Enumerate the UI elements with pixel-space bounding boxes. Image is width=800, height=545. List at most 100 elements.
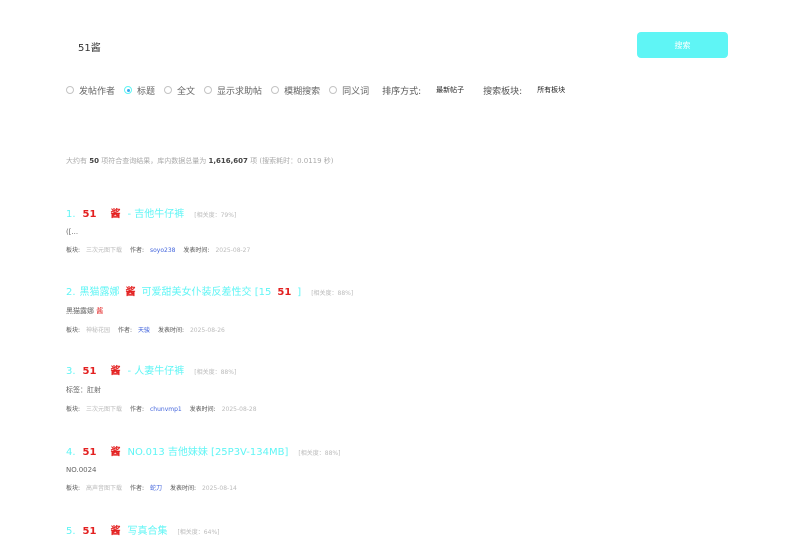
author-link[interactable]: chunvmp1 — [150, 406, 182, 413]
highlight-text: 酱 — [110, 209, 121, 220]
highlight-text: 51 — [277, 287, 292, 298]
result-item: 5. 51 酱 写真合集 [相关度：64%] — [66, 522, 220, 537]
summary-prefix: 大约有 — [66, 157, 87, 165]
result-number: 2. — [66, 287, 76, 298]
radio-checked-icon[interactable] — [124, 86, 133, 94]
snippet-text: NO.0024 — [66, 466, 97, 474]
highlight-text: 酱 — [110, 366, 121, 377]
result-number: 3. — [66, 366, 76, 377]
snippet-text: ([... — [66, 228, 79, 236]
author-link[interactable]: 蛇刀 — [150, 485, 162, 492]
option-author[interactable]: 发帖作者 — [66, 84, 115, 97]
result-title: 可爱甜美女仆装反差性交 [15 — [141, 287, 272, 298]
option-label: 标题 — [137, 86, 156, 97]
radio-icon[interactable] — [329, 86, 338, 94]
post-time: 2025-08-27 — [215, 247, 251, 254]
option-show-help[interactable]: 显示求助帖 — [204, 84, 262, 97]
search-options: 发帖作者 标题 全文 显示求助帖 模糊搜索 同义词 排序方式: 最新帖子 搜索板… — [66, 83, 565, 97]
highlight-text: 51 — [82, 209, 97, 220]
option-fuzzy[interactable]: 模糊搜索 — [271, 84, 320, 97]
relevance-score: [相关度：88%] — [194, 369, 237, 376]
result-title-link[interactable]: 2. 黑猫露娜 酱 可爱甜美女仆装反差性交 [15 51 ] [相关度：88%] — [66, 283, 353, 298]
option-label: 同义词 — [342, 86, 370, 97]
result-snippet: ([... — [66, 228, 256, 236]
result-title-link[interactable]: 3. 51 酱 - 人妻牛仔裤 [相关度：88%] — [66, 362, 263, 377]
relevance-score: [相关度：64%] — [177, 529, 220, 536]
post-time: 2025-08-26 — [189, 327, 225, 334]
result-title: 黑猫露娜 — [79, 287, 120, 298]
relevance-score: [相关度：88%] — [311, 290, 354, 297]
result-snippet: 标签：肛射 — [66, 385, 263, 395]
sort-label: 排序方式: — [382, 86, 422, 97]
result-count: 50 — [89, 157, 99, 165]
result-snippet: 黑猫露娜 酱 — [66, 306, 353, 316]
result-title: 写真合集 — [127, 526, 168, 537]
option-synonym[interactable]: 同义词 — [329, 84, 369, 97]
snippet-text: 黑猫露娜 — [66, 307, 94, 315]
board-label: 板块: — [66, 485, 81, 492]
relevance-score: [相关度：88%] — [298, 450, 341, 457]
board-link[interactable]: 神秘花园 — [86, 327, 110, 334]
option-label: 模糊搜索 — [284, 86, 321, 97]
board-label: 板块: — [66, 327, 81, 334]
sort-select[interactable]: 最新帖子 — [436, 85, 464, 95]
option-fulltext[interactable]: 全文 — [164, 84, 195, 97]
result-title-link[interactable]: 4. 51 酱 NO.013 吉他妹妹 [25P3V-134MB] [相关度：8… — [66, 443, 340, 458]
radio-icon[interactable] — [164, 86, 173, 94]
author-label: 作者: — [129, 247, 144, 254]
search-button[interactable]: 搜索 — [637, 32, 728, 58]
result-meta: 板块: 三次元图下载 作者: chunvmp1 发表时间: 2025-08-28 — [66, 404, 263, 413]
radio-icon[interactable] — [204, 86, 213, 94]
summary-suffix: 项 (搜索耗时：0.0119 秒) — [250, 157, 334, 165]
radio-icon[interactable] — [66, 86, 74, 94]
author-label: 作者: — [117, 327, 132, 334]
highlight-text: 51 — [82, 447, 97, 458]
snippet-highlight: 酱 — [96, 307, 104, 315]
option-label: 全文 — [177, 86, 196, 97]
result-title-link[interactable]: 1. 51 酱 - 吉他牛仔裤 [相关度：79%] — [66, 205, 256, 220]
option-label: 发帖作者 — [79, 86, 116, 97]
result-number: 5. — [66, 526, 76, 537]
result-snippet: NO.0024 — [66, 466, 340, 474]
result-title: - 吉他牛仔裤 — [127, 209, 185, 220]
author-label: 作者: — [129, 485, 144, 492]
board-link[interactable]: 三次元图下载 — [86, 247, 122, 254]
result-summary: 大约有 50 项符合查询结果，库内数据总量为 1,616,607 项 (搜索耗时… — [66, 156, 334, 166]
highlight-text: 酱 — [110, 447, 121, 458]
summary-middle: 项符合查询结果，库内数据总量为 — [101, 157, 207, 165]
result-number: 1. — [66, 209, 76, 220]
board-filter-label: 搜索板块: — [483, 86, 523, 97]
result-meta: 板块: 三次元图下载 作者: soyo238 发表时间: 2025-08-27 — [66, 245, 256, 254]
board-link[interactable]: 三次元图下载 — [86, 406, 122, 413]
snippet-text: 标签：肛射 — [66, 386, 101, 394]
post-time: 2025-08-28 — [221, 406, 257, 413]
option-title[interactable]: 标题 — [124, 84, 155, 97]
result-item: 4. 51 酱 NO.013 吉他妹妹 [25P3V-134MB] [相关度：8… — [66, 443, 340, 492]
author-label: 作者: — [129, 406, 144, 413]
search-input[interactable] — [64, 34, 638, 58]
highlight-text: 酱 — [110, 526, 121, 537]
result-number: 4. — [66, 447, 76, 458]
result-title-link[interactable]: 5. 51 酱 写真合集 [相关度：64%] — [66, 522, 220, 537]
result-item: 3. 51 酱 - 人妻牛仔裤 [相关度：88%] 标签：肛射 板块: 三次元图下… — [66, 362, 263, 413]
time-label: 发表时间: — [189, 406, 216, 413]
board-filter-select[interactable]: 所有板块 — [537, 85, 565, 95]
result-title-end: ] — [297, 287, 302, 298]
total-count: 1,616,607 — [208, 157, 248, 165]
author-link[interactable]: 天骏 — [138, 327, 150, 334]
result-title: - 人妻牛仔裤 — [127, 366, 185, 377]
highlight-text: 51 — [82, 366, 97, 377]
result-meta: 板块: 高声音图下载 作者: 蛇刀 发表时间: 2025-08-14 — [66, 483, 340, 492]
result-item: 1. 51 酱 - 吉他牛仔裤 [相关度：79%] ([... 板块: 三次元图下… — [66, 205, 256, 254]
result-title: NO.013 吉他妹妹 [25P3V-134MB] — [127, 447, 289, 458]
time-label: 发表时间: — [183, 247, 210, 254]
radio-icon[interactable] — [271, 86, 280, 94]
author-link[interactable]: soyo238 — [150, 247, 175, 254]
relevance-score: [相关度：79%] — [194, 212, 237, 219]
result-meta: 板块: 神秘花园 作者: 天骏 发表时间: 2025-08-26 — [66, 325, 353, 334]
highlight-text: 51 — [82, 526, 97, 537]
board-label: 板块: — [66, 247, 81, 254]
post-time: 2025-08-14 — [201, 485, 237, 492]
option-label: 显示求助帖 — [217, 86, 263, 97]
board-link[interactable]: 高声音图下载 — [86, 485, 122, 492]
